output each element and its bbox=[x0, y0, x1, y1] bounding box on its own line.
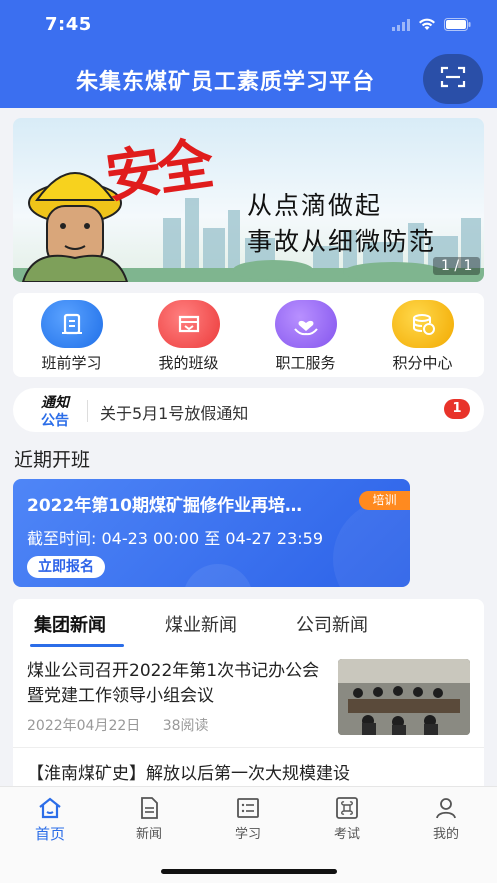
banner-carousel[interactable]: 安全 从点滴做起 事故从细微防范 1 / 1 bbox=[13, 118, 484, 282]
class-tag: 培训 bbox=[359, 491, 410, 510]
section-title-recent-classes: 近期开班 bbox=[14, 449, 91, 471]
news-divider bbox=[13, 747, 484, 748]
news-icon bbox=[136, 795, 162, 821]
news-item-date: 2022年04月22日 bbox=[27, 718, 141, 734]
tab-exam[interactable]: 考试 bbox=[307, 795, 387, 842]
banner-line-2: 事故从细微防范 bbox=[247, 227, 437, 256]
notice-divider bbox=[87, 400, 88, 422]
card-decoration bbox=[333, 499, 410, 587]
tab-study[interactable]: 学习 bbox=[208, 795, 288, 842]
status-bar: 7:45 bbox=[0, 0, 497, 50]
service-icon bbox=[275, 300, 337, 348]
tab-group-news[interactable]: 集团新闻 bbox=[34, 611, 106, 637]
class-card[interactable]: 2022年第10期煤矿掘修作业再培… 培训 截至时间: 04-23 00:00 … bbox=[13, 479, 410, 587]
profile-icon bbox=[433, 795, 459, 821]
status-time: 7:45 bbox=[45, 14, 92, 35]
quick-menu: 班前学习 我的班级 职工服务 积分中心 bbox=[13, 293, 484, 377]
tab-home[interactable]: 首页 bbox=[10, 795, 90, 844]
app-header: 7:45 朱集东煤矿员工素质学习平台 bbox=[0, 0, 497, 108]
card-decoration bbox=[183, 564, 253, 587]
points-icon bbox=[392, 300, 454, 348]
signal-icon bbox=[392, 16, 410, 35]
tab-label: 新闻 bbox=[135, 827, 162, 842]
news-panel: 集团新闻 煤业新闻 公司新闻 煤业公司召开2022年第1次书记办公会暨党建工作领… bbox=[13, 599, 484, 799]
news-item-title[interactable]: 煤业公司召开2022年第1次书记办公会暨党建工作领导小组会议 bbox=[27, 659, 329, 709]
quick-menu-staff-service[interactable]: 职工服务 bbox=[247, 293, 364, 377]
notice-badge: 通知 公告 bbox=[31, 392, 79, 429]
home-icon bbox=[37, 795, 63, 821]
news-item-reads: 38阅读 bbox=[162, 718, 209, 734]
tab-news[interactable]: 新闻 bbox=[109, 795, 189, 842]
quick-menu-points-center[interactable]: 积分中心 bbox=[364, 293, 481, 377]
class-deadline: 截至时间: 04-23 00:00 至 04-27 23:59 bbox=[27, 529, 324, 548]
tab-label: 我的 bbox=[432, 827, 459, 842]
quick-menu-label: 积分中心 bbox=[392, 354, 453, 372]
scan-button[interactable] bbox=[423, 54, 483, 104]
tab-company-news[interactable]: 公司新闻 bbox=[296, 611, 368, 637]
notice-text[interactable]: 关于5月1号放假通知 bbox=[100, 400, 248, 424]
quick-menu-label: 职工服务 bbox=[275, 354, 336, 372]
quick-menu-my-class[interactable]: 我的班级 bbox=[130, 293, 247, 377]
app-title: 朱集东煤矿员工素质学习平台 bbox=[76, 70, 376, 95]
tab-label: 学习 bbox=[234, 827, 261, 842]
news-item-title[interactable]: 【淮南煤矿史】解放以后第一次大规模建设 bbox=[27, 759, 350, 784]
home-indicator bbox=[161, 869, 337, 874]
notice-bar[interactable]: 通知 公告 关于5月1号放假通知 1 bbox=[13, 388, 484, 432]
banner-safety-text: 安全 bbox=[101, 131, 214, 211]
news-thumbnail[interactable] bbox=[338, 659, 470, 735]
tab-underline bbox=[30, 644, 124, 647]
notice-badge-bottom: 公告 bbox=[41, 413, 69, 429]
quick-menu-label: 班前学习 bbox=[41, 354, 102, 372]
tab-label: 考试 bbox=[333, 827, 360, 842]
notice-badge-top: 通知 bbox=[41, 395, 69, 411]
enroll-button[interactable]: 立即报名 bbox=[27, 556, 105, 578]
class-icon bbox=[158, 300, 220, 348]
class-title: 2022年第10期煤矿掘修作业再培… bbox=[27, 496, 302, 516]
banner-line-1: 从点滴做起 bbox=[247, 191, 383, 220]
wifi-icon bbox=[418, 16, 436, 35]
status-icons bbox=[392, 16, 471, 35]
quick-menu-label: 我的班级 bbox=[158, 354, 219, 372]
study-icon bbox=[41, 300, 103, 348]
battery-icon bbox=[444, 16, 471, 35]
tab-coal-news[interactable]: 煤业新闻 bbox=[165, 611, 237, 637]
exam-icon bbox=[334, 795, 360, 821]
tab-label: 首页 bbox=[34, 825, 65, 843]
news-item-meta: 2022年04月22日 38阅读 bbox=[27, 715, 227, 735]
banner-page-indicator: 1 / 1 bbox=[433, 257, 481, 275]
notice-count-badge: 1 bbox=[444, 399, 470, 419]
quick-menu-study[interactable]: 班前学习 bbox=[13, 293, 130, 377]
study-list-icon bbox=[235, 795, 261, 821]
scan-icon bbox=[440, 66, 466, 92]
tab-profile[interactable]: 我的 bbox=[406, 795, 486, 842]
